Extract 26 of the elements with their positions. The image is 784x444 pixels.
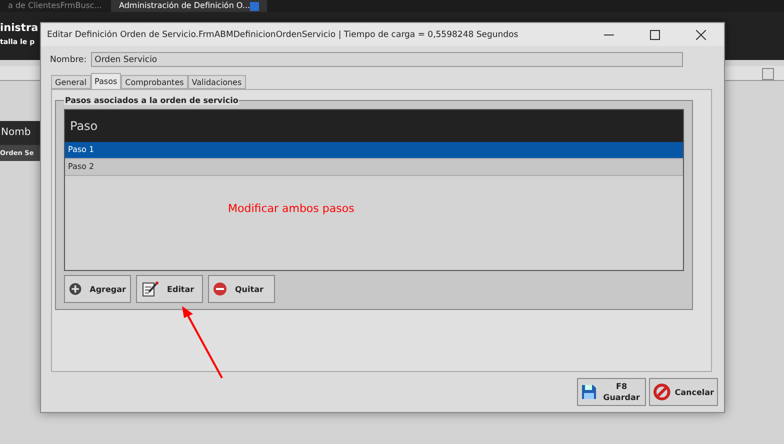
collapse-button[interactable] (762, 68, 774, 80)
window-title: Editar Definición Orden de Servicio.FrmABMDefinicionOrdenServicio | Tiempo de carga = 0,5598248 Segundos (47, 30, 520, 40)
cancel-button[interactable]: Cancelar (649, 378, 718, 406)
add-button[interactable]: Agregar (64, 275, 131, 303)
notepad-pencil-icon (141, 280, 159, 298)
tab[interactable]: Validaciones (188, 75, 246, 89)
column-header: Paso (65, 110, 683, 142)
tab[interactable]: Comprobantes (121, 75, 188, 89)
tab[interactable]: Pasos (90, 73, 122, 89)
name-label: Nombre: (50, 54, 87, 64)
maximize-icon (650, 30, 660, 40)
app-tab[interactable]: Administración de Definición O... (111, 0, 267, 12)
plus-icon (69, 282, 82, 296)
annotation-text: Modificar ambos pasos (228, 202, 354, 215)
minus-circle-icon (213, 282, 227, 296)
page-title: inistra (0, 22, 38, 34)
grid-row[interactable]: Paso 1 (65, 142, 683, 159)
column-header: Nomb (0, 121, 41, 145)
edit-button[interactable]: Editar (136, 275, 203, 303)
prohibited-icon (653, 383, 671, 401)
group-title: Pasos asociados a la orden de servicio (64, 96, 240, 105)
name-field[interactable]: Orden Servicio (90, 52, 683, 67)
save-button[interactable]: F8 Guardar (577, 378, 646, 406)
grid-row[interactable]: Paso 2 (65, 159, 683, 176)
tab[interactable]: General (51, 75, 91, 89)
remove-button[interactable]: Quitar (208, 275, 275, 303)
